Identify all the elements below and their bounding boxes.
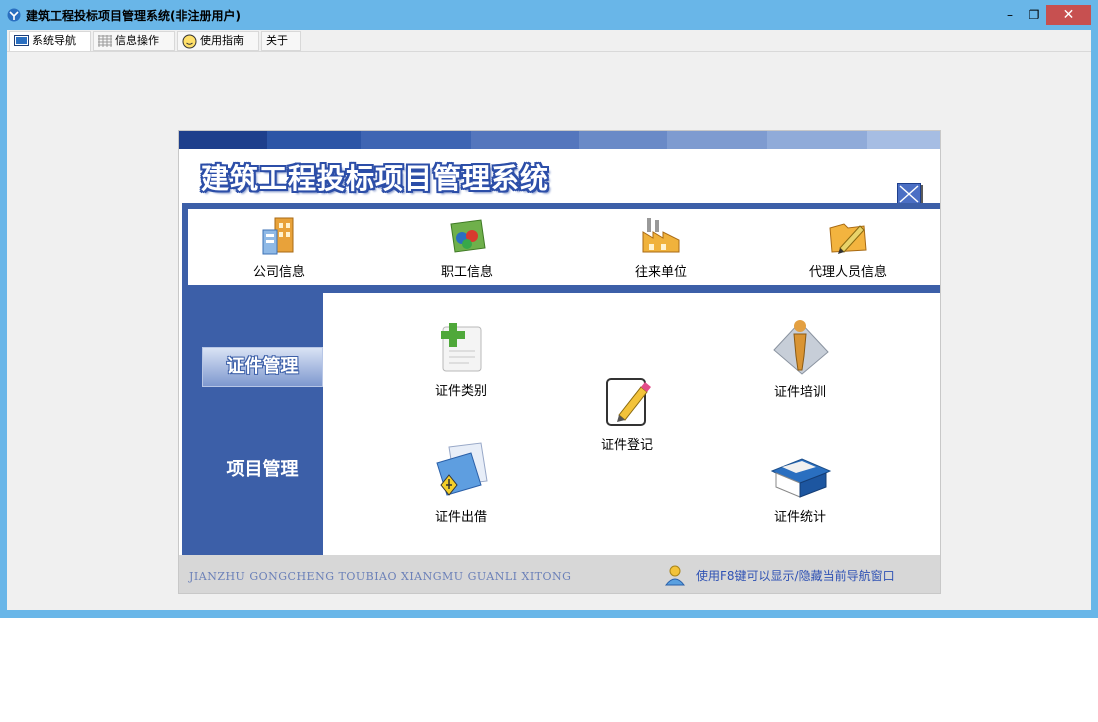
client-area: 系统导航 信息操作 使用指南 关于 建筑工程投标项目管理系统 公司信息 职工信息… [7,30,1091,610]
side-menu: 证件管理 项目管理 [182,293,323,555]
tab-label: 系统导航 [32,34,76,47]
top-item-partner-units[interactable]: 往来单位 [601,209,721,280]
tab-user-guide[interactable]: 使用指南 [177,31,259,51]
tab-label: 关于 [266,34,288,47]
tab-label: 使用指南 [200,34,244,47]
top-menu: 公司信息 职工信息 往来单位 代理人员信息 [182,209,940,285]
main-item-label: 证件出借 [434,510,487,525]
top-item-label: 职工信息 [440,265,493,280]
main-item-certificate-statistics[interactable]: 证件统计 [750,453,850,525]
main-item-certificate-category[interactable]: 证件类别 [411,321,511,399]
main-item-label: 证件类别 [434,384,487,399]
main-item-certificate-lending[interactable]: 证件出借 [411,441,511,525]
nav-header: 建筑工程投标项目管理系统 [179,149,940,207]
window-title: 建筑工程投标项目管理系统(非注册用户) [26,9,241,23]
footer-hint: 使用F8键可以显示/隐藏当前导航窗口 [696,569,895,583]
side-item-certificate-mgmt[interactable]: 证件管理 [202,347,323,387]
main-item-certificate-training[interactable]: 证件培训 [750,314,850,400]
header-strip [179,131,940,149]
tab-system-nav[interactable]: 系统导航 [9,31,91,51]
app-icon [7,8,21,22]
grid-icon [98,35,112,47]
edit-document-icon [606,378,651,426]
restore-button[interactable]: ❐ [1020,5,1048,25]
navigation-panel: 建筑工程投标项目管理系统 公司信息 职工信息 往来单位 代理人员信息 证件管理 … [178,130,941,594]
app-window: 建筑工程投标项目管理系统(非注册用户) – ❐ ✕ 系统导航 信息操作 使用指南… [0,0,1098,618]
top-item-agent-info[interactable]: 代理人员信息 [788,209,908,280]
staff-icon [450,219,486,253]
monitor-icon [14,35,29,46]
agent-icon [829,223,867,254]
close-button[interactable]: ✕ [1046,5,1091,25]
folder-icon [436,442,488,496]
main-item-certificate-register[interactable]: 证件登记 [577,375,677,453]
tab-label: 信息操作 [115,34,159,47]
user-tip-icon [664,565,686,586]
main-item-label: 证件培训 [773,385,826,400]
footer-pinyin-title: JIANZHU GONGCHENG TOUBIAO XIANGMU GUANLI… [189,570,572,583]
top-item-staff-info[interactable]: 职工信息 [407,209,527,280]
nav-footer: JIANZHU GONGCHENG TOUBIAO XIANGMU GUANLI… [179,555,940,593]
main-item-label: 证件登记 [600,438,653,453]
top-item-label: 公司信息 [252,265,305,280]
tab-info-ops[interactable]: 信息操作 [93,31,175,51]
company-icon [262,217,294,255]
separator-band [182,285,940,293]
book-icon [770,458,832,498]
factory-icon [642,218,680,253]
side-item-project-mgmt[interactable]: 项目管理 [202,455,323,481]
top-item-label: 往来单位 [634,265,687,280]
title-bar[interactable]: 建筑工程投标项目管理系统(非注册用户) – ❐ ✕ [0,0,1098,30]
tab-about[interactable]: 关于 [261,31,301,51]
add-document-icon [441,323,482,372]
top-item-company-info[interactable]: 公司信息 [219,209,339,280]
tab-divider [7,51,1091,52]
person-icon [773,320,829,375]
top-item-label: 代理人员信息 [808,265,887,280]
nav-title: 建筑工程投标项目管理系统 [201,162,550,195]
main-item-label: 证件统计 [773,510,826,525]
smiley-icon [182,34,197,48]
